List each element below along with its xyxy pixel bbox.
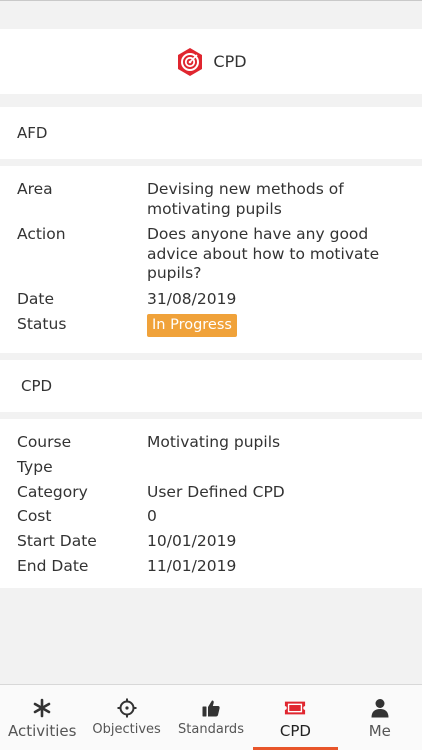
tab-me[interactable]: Me	[338, 685, 422, 750]
bottom-tab-bar: Activities Objectives Standards CPD Me	[0, 684, 422, 750]
afd-section-title: AFD	[17, 124, 48, 142]
page-title: CPD	[213, 52, 247, 71]
status-bar-area	[0, 0, 422, 29]
field-value: User Defined CPD	[147, 483, 285, 501]
field-label: Date	[17, 290, 55, 308]
cpd-section-title: CPD	[21, 377, 53, 395]
field-label: Status	[17, 315, 67, 333]
status-badge: In Progress	[147, 314, 237, 337]
field-value: 10/01/2019	[147, 532, 237, 550]
field-label: End Date	[17, 557, 89, 575]
tab-objectives[interactable]: Objectives	[84, 685, 168, 750]
tab-label: Activities	[7, 722, 77, 740]
tab-label: CPD	[279, 722, 311, 740]
field-label: Action	[17, 225, 66, 243]
tab-label: Standards	[178, 722, 244, 737]
field-label: Category	[17, 483, 88, 501]
field-label: Cost	[17, 507, 52, 525]
thumbs-up-icon	[200, 697, 222, 719]
afd-details: Area Devising new methods of motivating …	[0, 166, 422, 353]
tab-activities[interactable]: Activities	[0, 685, 84, 750]
page-header: CPD	[0, 29, 422, 94]
tab-cpd[interactable]: CPD	[253, 685, 339, 750]
target-logo-icon	[178, 47, 203, 76]
field-value: 0	[147, 507, 157, 525]
field-value: 31/08/2019	[147, 290, 237, 308]
field-label: Area	[17, 180, 53, 198]
crosshair-icon	[116, 697, 138, 719]
tab-label: Me	[368, 722, 391, 740]
ticket-icon	[284, 697, 306, 719]
afd-section-header: AFD	[0, 107, 422, 159]
tab-label: Objectives	[92, 722, 161, 737]
field-label: Type	[17, 458, 53, 476]
cpd-section-header: CPD	[0, 360, 422, 412]
field-label: Start Date	[17, 532, 97, 550]
tab-standards[interactable]: Standards	[169, 685, 253, 750]
field-label: Course	[17, 433, 72, 451]
status-value: In Progress	[147, 314, 387, 337]
field-value: Motivating pupils	[147, 433, 281, 451]
cpd-details: Course Motivating pupils Type Category U…	[0, 419, 422, 588]
person-icon	[369, 697, 391, 719]
field-value: 11/01/2019	[147, 557, 237, 575]
field-value: Does anyone have any good advice about h…	[147, 225, 380, 282]
field-value: Devising new methods of motivating pupil…	[147, 180, 344, 218]
asterisk-icon	[31, 697, 53, 719]
